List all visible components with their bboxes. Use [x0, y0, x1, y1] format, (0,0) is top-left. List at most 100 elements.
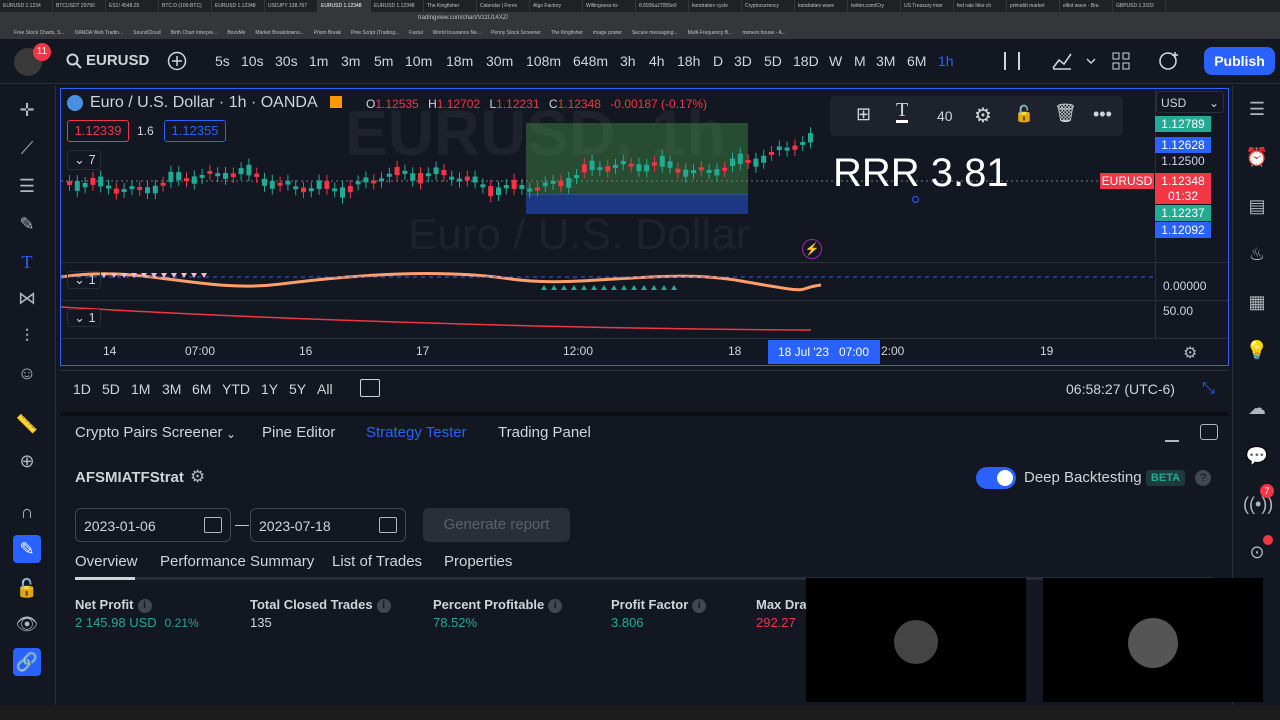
date-range-icon[interactable]	[360, 379, 380, 397]
bookmark-item[interactable]: Secure messaging...	[632, 27, 678, 39]
info-icon[interactable]: i	[692, 598, 707, 613]
browser-tab[interactable]: EURUSD 1.12348	[371, 0, 424, 12]
ruler-icon[interactable]: 📏	[13, 410, 41, 438]
currency-select[interactable]: USD ⌄	[1156, 91, 1224, 113]
range-1M[interactable]: 1M	[131, 381, 150, 397]
timeframe-3h[interactable]: 3h	[620, 53, 636, 69]
timeframe-18h[interactable]: 18h	[677, 53, 700, 69]
text-tool-icon[interactable]: T	[13, 248, 41, 276]
layout-grid-icon[interactable]	[1112, 52, 1130, 70]
timeframe-W[interactable]: W	[829, 53, 842, 69]
range-1Y[interactable]: 1Y	[261, 381, 278, 397]
timeframe-1m[interactable]: 1m	[309, 53, 328, 69]
fib-icon[interactable]: ☰	[13, 172, 41, 200]
watchlist-icon[interactable]: ☰	[1243, 95, 1271, 123]
bookmark-item[interactable]: Penny Stock Screener	[491, 27, 541, 39]
range-5Y[interactable]: 5Y	[289, 381, 306, 397]
deep-backtesting-toggle[interactable]	[976, 467, 1016, 489]
delete-drawing-icon[interactable]: 🗑	[1054, 103, 1077, 124]
osc2-collapse[interactable]: ⌄ 1	[67, 309, 101, 327]
browser-tab[interactable]: fed rate hike ch	[954, 0, 1007, 12]
zoom-in-icon[interactable]: ⊕	[13, 447, 41, 475]
timeframe-30m[interactable]: 30m	[486, 53, 513, 69]
panel-minimize-icon[interactable]	[1165, 428, 1179, 442]
bookmark-item[interactable]: Pine Script (Trading...	[351, 27, 399, 39]
chat-cloud-icon[interactable]: ☁	[1243, 394, 1271, 422]
subtab[interactable]: Properties	[444, 553, 512, 570]
timeframe-3m[interactable]: 3m	[341, 53, 360, 69]
bookmark-item[interactable]: SoundCloud	[133, 27, 161, 39]
buy-button[interactable]: 1.12355	[164, 120, 226, 142]
timeframe-5m[interactable]: 5m	[374, 53, 393, 69]
panel-tab[interactable]: Crypto Pairs Screener	[75, 424, 223, 441]
browser-tab[interactable]: Willingness-to-	[583, 0, 636, 12]
strategy-name[interactable]: AFSMIATFStrat	[75, 469, 184, 486]
lightning-icon[interactable]: ⚡	[802, 239, 822, 259]
start-date-input[interactable]: 2023-01-06	[75, 508, 231, 542]
publish-button[interactable]: Publish	[1204, 47, 1275, 75]
browser-tab[interactable]: Cryptocurrency	[742, 0, 795, 12]
eye-icon[interactable]: 👁	[13, 610, 41, 638]
chevron-down-icon[interactable]: ⌄	[226, 427, 236, 441]
panel-tab[interactable]: Trading Panel	[498, 424, 591, 441]
timeframe-3D[interactable]: 3D	[734, 53, 752, 69]
browser-tab[interactable]: ES1! 4548.25	[106, 0, 159, 12]
fullscreen-icon[interactable]: ⤡	[1202, 380, 1215, 398]
info-icon[interactable]: i	[376, 598, 391, 613]
pattern-icon[interactable]: ⋈	[13, 284, 41, 312]
bookmark-item[interactable]: OANDA Web Tradin...	[75, 27, 124, 39]
subtab[interactable]: Overview	[75, 553, 138, 570]
clock-time[interactable]: 06:58:27 (UTC-6)	[1066, 381, 1175, 397]
browser-tab[interactable]: primeblt market	[1007, 0, 1060, 12]
ideas-bulb-icon[interactable]: 💡	[1243, 336, 1271, 364]
timeframe-D[interactable]: D	[713, 53, 723, 69]
template-icon[interactable]: ⊞	[856, 104, 871, 125]
chart-title[interactable]: Euro / U.S. Dollar · 1h · OANDA	[90, 94, 318, 112]
chevron-down-icon[interactable]	[1086, 58, 1096, 64]
bookmark-item[interactable]: Birth Chart Interpre...	[171, 27, 218, 39]
lock-icon[interactable]: 🔓	[13, 574, 41, 602]
panel-tab[interactable]: Pine Editor	[262, 424, 335, 441]
crosshair-icon[interactable]: ✛	[13, 96, 41, 124]
alarm-clock-icon[interactable]: ⏰	[1243, 143, 1271, 171]
search-icon[interactable]	[66, 53, 82, 69]
browser-tab[interactable]: EURUSD 1.12348	[318, 0, 371, 12]
emoji-icon[interactable]: ☺	[13, 359, 41, 387]
hotlist-fire-icon[interactable]: ♨	[1243, 240, 1271, 268]
browser-tab[interactable]: Algo Factory	[530, 0, 583, 12]
timeframe-3M[interactable]: 3M	[876, 53, 895, 69]
browser-tab[interactable]: BTC.D (100-BTC)	[159, 0, 212, 12]
info-icon[interactable]: i	[548, 598, 563, 613]
panel-tab[interactable]: Strategy Tester	[366, 424, 467, 441]
timeframe-108m[interactable]: 108m	[526, 53, 561, 69]
timeframe-18D[interactable]: 18D	[793, 53, 819, 69]
indicators-icon[interactable]	[1052, 52, 1072, 70]
browser-tab[interactable]: EURUSD 1.1234	[0, 0, 53, 12]
browser-tab[interactable]: Calendar | Forex	[477, 0, 530, 12]
panel-maximize-icon[interactable]	[1200, 424, 1218, 440]
browser-tab[interactable]: US Treasury inter	[901, 0, 954, 12]
timeframe-5D[interactable]: 5D	[764, 53, 782, 69]
calendar-icon[interactable]: ▦	[1243, 288, 1271, 316]
info-icon[interactable]: i	[137, 598, 152, 613]
more-options-icon[interactable]: •••	[1093, 104, 1112, 125]
font-size-value[interactable]: 40	[937, 108, 953, 124]
sell-button[interactable]: 1.12339	[67, 120, 129, 142]
browser-tab[interactable]: GBPUSD 1.3102	[1113, 0, 1166, 12]
bookmark-item[interactable]: Market Breakdowns...	[255, 27, 303, 39]
compare-add-icon[interactable]	[167, 51, 187, 71]
browser-tab[interactable]: The Kingfisher	[424, 0, 477, 12]
range-3M[interactable]: 3M	[162, 381, 181, 397]
generate-report-button[interactable]: Generate report	[423, 508, 570, 542]
indicators-collapse[interactable]: ⌄ 7	[67, 150, 101, 170]
browser-tab[interactable]: EURUSD 1.12348	[212, 0, 265, 12]
calendar-icon[interactable]	[379, 517, 397, 533]
url-text[interactable]: tradingview.com/chart/VzzU14XZ/	[418, 15, 508, 21]
strategy-settings-icon[interactable]: ⚙	[190, 467, 205, 487]
address-bar[interactable]: tradingview.com/chart/VzzU14XZ/	[0, 12, 1280, 27]
symbol-search[interactable]: EURUSD	[86, 52, 149, 69]
link-icon[interactable]: 🔗	[13, 648, 41, 676]
brush-icon[interactable]: ✎	[13, 210, 41, 238]
calendar-icon[interactable]	[204, 517, 222, 533]
rrr-annotation[interactable]: RRR 3.81	[833, 151, 1009, 196]
